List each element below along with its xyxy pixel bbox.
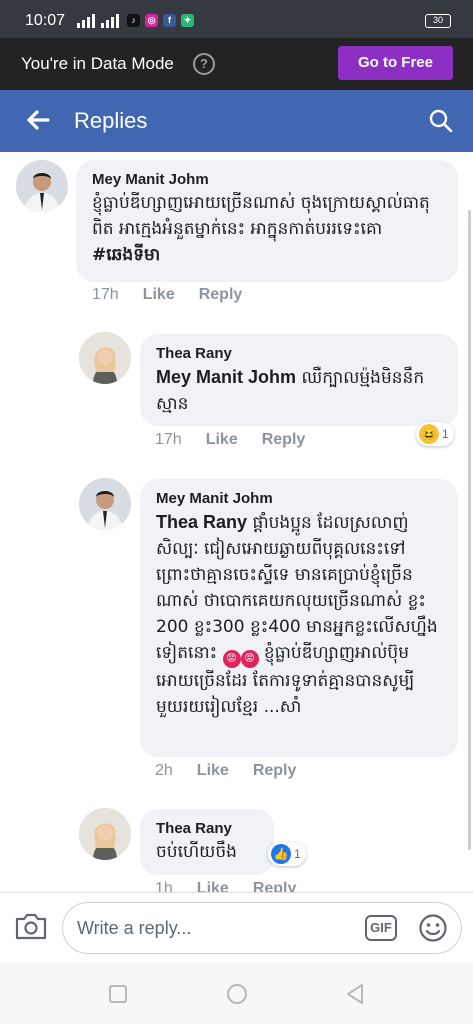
comment-bubble: Thea Rany Mey Manit Johm ឈឺក្បាលម៉្មងមិន… (140, 334, 458, 426)
app-icon: ✦ (181, 14, 194, 27)
thumbs-up-icon: 👍 (271, 844, 291, 864)
reply-button[interactable]: Reply (253, 762, 297, 779)
comment-time: 17h (155, 431, 182, 448)
comment-text: ចប់ហើយចឹង (156, 842, 237, 862)
tiktok-icon: ♪ (127, 14, 140, 27)
gif-icon[interactable]: GIF (365, 915, 397, 941)
status-bar: 10:07 ♪ ◎ f ✦ 30 (0, 0, 473, 38)
avatar[interactable] (79, 808, 131, 860)
avatar[interactable] (16, 160, 68, 212)
data-mode-bar: You're in Data Mode ? Go to Free (0, 38, 473, 90)
reply-input[interactable]: Write a reply... GIF (62, 902, 462, 954)
comment-author[interactable]: Thea Rany (156, 344, 444, 364)
comment-body: ខ្ញុំធ្លាប់ឌីហ្សាញអោយច្រើនណាស់ ចុងក្រោយស… (92, 193, 430, 239)
reaction-count[interactable]: 😆 1 (416, 422, 454, 446)
facebook-icon: f (163, 14, 176, 27)
comment-author[interactable]: Thea Rany (156, 819, 260, 839)
angry-emoji-icon: 😡 (240, 650, 259, 668)
reaction-count[interactable]: 👍 1 (268, 842, 306, 866)
battery-icon: 30 (425, 14, 451, 28)
comment-text: Mey Manit Johm ឈឺក្បាលម៉្មងមិននឹកស្មាន (156, 364, 444, 417)
comment-text: Thea Rany ផ្តាំបងប្អូន ដែលស្រលាញ់សិល្បៈ … (156, 509, 444, 720)
like-button[interactable]: Like (197, 762, 229, 779)
hashtag-link[interactable]: #ឆេងទីមា (92, 245, 160, 265)
comment-time: 2h (155, 762, 173, 779)
laughing-emoji-icon: 😆 (419, 424, 439, 444)
comment-text: ខ្ញុំធ្លាប់ឌីហ្សាញអោយច្រើនណាស់ ចុងក្រោយស… (92, 190, 444, 268)
comment-body: ផ្តាំបងប្អូន ដែលស្រលាញ់សិល្បៈ ជៀសអោយឆ្ងា… (156, 513, 438, 663)
instagram-icon: ◎ (145, 14, 158, 27)
like-button[interactable]: Like (206, 431, 238, 448)
like-button[interactable]: Like (197, 880, 229, 892)
reply-button[interactable]: Reply (199, 286, 243, 303)
system-nav-bar (0, 962, 473, 1024)
comment-time: 1h (155, 880, 173, 892)
avatar[interactable] (79, 332, 131, 384)
comment-author[interactable]: Mey Manit Johm (92, 170, 444, 190)
reply-button[interactable]: Reply (262, 431, 306, 448)
angry-emoji-icon: 😡 (222, 650, 241, 668)
camera-icon[interactable] (14, 911, 48, 941)
scrollbar[interactable] (468, 210, 471, 850)
status-time: 10:07 (25, 12, 66, 29)
go-to-free-button[interactable]: Go to Free (338, 46, 453, 80)
home-icon[interactable] (225, 982, 249, 1006)
mention-link[interactable]: Thea Rany (156, 512, 247, 532)
search-icon[interactable] (428, 108, 454, 134)
comment-meta: 17h Like Reply (155, 431, 305, 449)
page-title: Replies (74, 108, 148, 133)
comment-author[interactable]: Mey Manit Johm (156, 489, 444, 509)
comment-time: 17h (92, 286, 119, 303)
data-mode-text: You're in Data Mode (21, 54, 174, 73)
comment-bubble: Mey Manit Johm ខ្ញុំធ្លាប់ឌីហ្សាញអោយច្រើ… (76, 160, 458, 282)
comment-meta: 1h Like Reply (155, 880, 296, 892)
notification-icons: ♪ ◎ f ✦ (127, 14, 194, 27)
back-nav-icon[interactable] (343, 982, 367, 1006)
like-button[interactable]: Like (143, 286, 175, 303)
comment-meta: 2h Like Reply (155, 762, 296, 780)
back-arrow-icon[interactable] (24, 106, 52, 134)
sticker-smile-icon[interactable] (418, 913, 448, 943)
reaction-number: 1 (294, 847, 301, 861)
comment-bubble: Thea Rany ចប់ហើយចឹង (140, 809, 274, 875)
signal-icon (101, 14, 119, 28)
comment-bubble: Mey Manit Johm Thea Rany ផ្តាំបងប្អូន ដែ… (140, 479, 458, 757)
reaction-number: 1 (442, 427, 449, 441)
recent-apps-icon[interactable] (106, 982, 130, 1006)
mention-link[interactable]: Mey Manit Johm (156, 367, 296, 387)
help-icon[interactable]: ? (193, 53, 215, 75)
comment-meta: 17h Like Reply (92, 286, 242, 304)
avatar[interactable] (79, 478, 131, 530)
reply-placeholder: Write a reply... (77, 918, 192, 938)
app-header: Replies (0, 90, 473, 152)
comment-thread: Mey Manit Johm ខ្ញុំធ្លាប់ឌីហ្សាញអោយច្រើ… (0, 152, 473, 892)
reply-button[interactable]: Reply (253, 880, 297, 892)
reply-compose-bar: Write a reply... GIF (0, 892, 473, 962)
signal-icon (77, 14, 95, 28)
